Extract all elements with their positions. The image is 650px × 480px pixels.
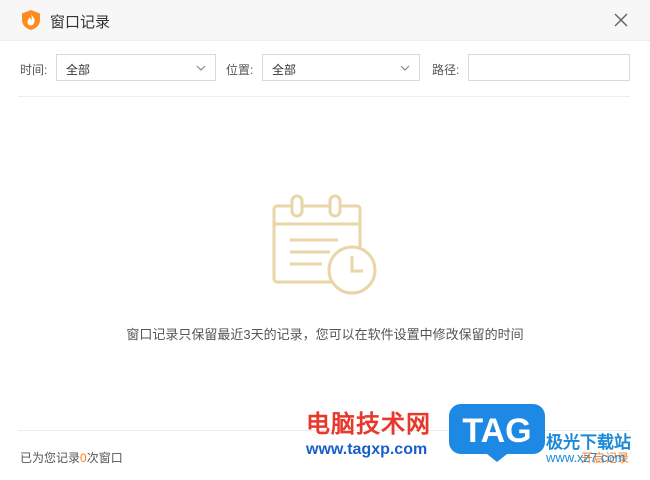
watermark-right-url: www.xz7.com (546, 450, 626, 465)
record-count-status: 已为您记录0次窗口 (20, 449, 123, 466)
time-filter-select[interactable]: 全部 (56, 54, 216, 81)
window-title: 窗口记录 (50, 14, 111, 31)
watermark-badge-text: TAG (462, 412, 531, 450)
title-bar: 窗口记录 (0, 0, 650, 41)
chevron-down-icon (196, 65, 206, 71)
location-filter-label: 位置: (226, 63, 254, 77)
path-input[interactable] (468, 54, 630, 81)
shield-flame-icon (22, 10, 40, 30)
chevron-down-icon (400, 65, 410, 71)
location-filter-select[interactable]: 全部 (262, 54, 420, 81)
path-filter-label: 路径: (432, 63, 460, 77)
header-divider (18, 96, 630, 97)
time-filter-label: 时间: (20, 63, 48, 77)
location-filter-value: 全部 (272, 63, 297, 77)
watermark-site-name: 电脑技术网 (306, 411, 431, 438)
calendar-clock-icon (272, 194, 377, 295)
time-filter-value: 全部 (66, 63, 91, 77)
record-count: 0 (80, 451, 87, 465)
filter-bar: 时间: 全部 位置: 全部 路径: (0, 53, 650, 83)
status-prefix: 已为您记录 (20, 451, 81, 465)
status-suffix: 次窗口 (86, 451, 123, 465)
empty-state-message: 窗口记录只保留最近3天的记录，您可以在软件设置中修改保留的时间 (126, 327, 524, 342)
watermark-site-url: www.tagxp.com (306, 441, 428, 458)
tag-logo-icon: TAG (449, 404, 545, 462)
close-icon[interactable] (612, 11, 630, 29)
